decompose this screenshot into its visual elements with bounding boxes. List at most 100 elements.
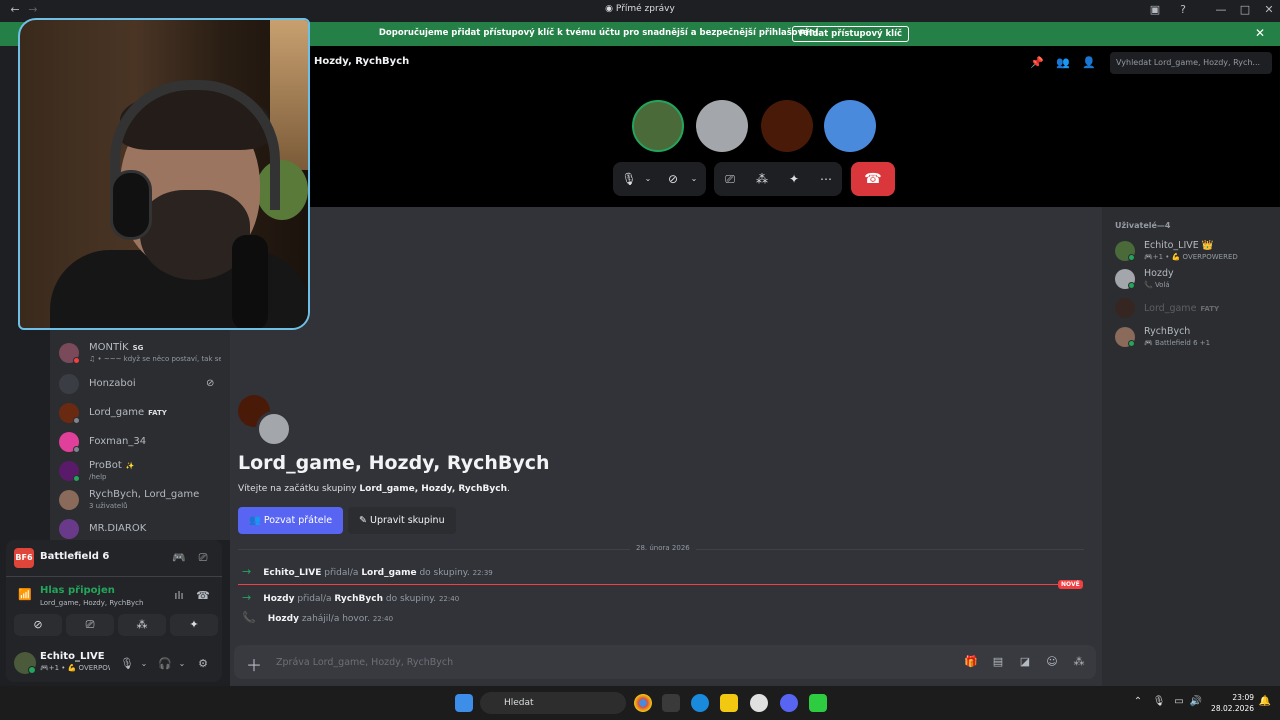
dm-name: ProBot ✨: [89, 460, 134, 471]
noise-suppression-icon[interactable]: ılı: [172, 589, 186, 603]
minimize-icon[interactable]: —: [1214, 3, 1228, 17]
search-input[interactable]: Vyhledat Lord_game, Hozdy, Rych...: [1110, 52, 1272, 74]
disconnect-icon[interactable]: ☎: [196, 589, 210, 603]
call-participant-avatar[interactable]: [824, 100, 876, 152]
avatar: [59, 374, 79, 394]
avatar: [1115, 298, 1135, 318]
dm-list-item[interactable]: RychBych, Lord_game 3 uživatelů: [56, 487, 224, 513]
message-target[interactable]: RychBych: [334, 594, 383, 604]
screen-share-button[interactable]: ⎚: [66, 614, 114, 636]
member-list-icon[interactable]: 👤: [1082, 56, 1096, 70]
discord-taskbar-icon[interactable]: [780, 694, 798, 712]
camera-toggle-button[interactable]: ⊘: [14, 614, 62, 636]
store-icon[interactable]: [662, 694, 680, 712]
close-window-icon[interactable]: ✕: [1262, 3, 1276, 17]
user-status: 🎮+1 • 💪 OVERPOWERED: [40, 664, 110, 672]
pin-icon[interactable]: 📌: [1030, 56, 1044, 70]
taskbar-search[interactable]: Hledat: [480, 692, 626, 714]
voice-state[interactable]: Hlas připojen: [40, 585, 115, 596]
gift-icon[interactable]: 🎁: [964, 655, 978, 669]
chrome-icon[interactable]: [634, 694, 652, 712]
member-list-item[interactable]: RychBych 🎮 Battlefield 6 +1: [1110, 323, 1274, 353]
member-name-text: Echito_LIVE 👑: [1144, 240, 1214, 251]
apps-icon[interactable]: ⁂: [1072, 655, 1086, 669]
edge-icon[interactable]: [691, 694, 709, 712]
windows-start-icon[interactable]: [455, 694, 473, 712]
message-actor[interactable]: Echito_LIVE: [263, 568, 321, 578]
member-subtitle: 🎮+1 • 💪 OVERPOWERED: [1144, 253, 1238, 261]
help-icon[interactable]: ?: [1176, 3, 1190, 17]
game-icon: BF6: [14, 548, 34, 568]
message-actor[interactable]: Hozdy: [263, 594, 294, 604]
member-list-item[interactable]: Hozdy 📞 Volá: [1110, 265, 1274, 295]
dm-badge: FATY: [148, 409, 167, 417]
tray-volume-icon[interactable]: 🔊: [1189, 696, 1203, 710]
dm-list-item[interactable]: ProBot ✨ /help: [56, 458, 224, 484]
more-options-icon[interactable]: ⋯: [818, 171, 834, 187]
obs-icon[interactable]: [750, 694, 768, 712]
member-subtitle: 📞 Volá: [1144, 281, 1170, 289]
microphone-icon[interactable]: 🎙: [621, 171, 637, 187]
file-explorer-icon[interactable]: [720, 694, 738, 712]
dm-list-item[interactable]: Lord_game FATY: [56, 400, 224, 426]
message-time: 22:40: [372, 615, 394, 623]
call-participant-avatar[interactable]: [632, 100, 684, 152]
dm-badge: ✨: [125, 462, 135, 470]
headphones-icon[interactable]: 🎧: [158, 657, 172, 671]
camera-off-icon: ⊘: [33, 618, 43, 631]
emoji-icon[interactable]: ☺: [1045, 655, 1059, 669]
add-friends-icon[interactable]: 👥: [1056, 56, 1070, 70]
call-participant-avatar[interactable]: [761, 100, 813, 152]
date-label: 28. února 2026: [630, 544, 696, 552]
mic-chevron-down-icon[interactable]: ⌄: [137, 657, 151, 671]
tray-mic-icon[interactable]: 🎙: [1152, 696, 1166, 710]
tray-network-icon[interactable]: ▭: [1172, 696, 1186, 710]
composer-placeholder[interactable]: Zpráva Lord_game, Hozdy, RychBych: [276, 657, 453, 668]
dm-list-item[interactable]: MR.DIAROK: [56, 516, 224, 542]
stream-icon[interactable]: ⎚: [196, 551, 210, 565]
tray-chevron-icon[interactable]: ⌃: [1131, 696, 1145, 710]
maximize-icon[interactable]: □: [1238, 3, 1252, 17]
gear-icon[interactable]: ⚙: [196, 657, 210, 671]
screen-share-icon[interactable]: ⎚: [722, 171, 738, 187]
attach-plus-icon[interactable]: ＋: [246, 652, 262, 676]
dm-subtitle: /help: [89, 473, 107, 481]
edit-label: Upravit skupinu: [369, 515, 445, 526]
notifications-icon[interactable]: 🔔: [1258, 696, 1272, 710]
message-composer[interactable]: ＋ Zpráva Lord_game, Hozdy, RychBych 🎁 ▤ …: [234, 645, 1096, 679]
member-list-item[interactable]: Echito_LIVE 👑 🎮+1 • 💪 OVERPOWERED: [1110, 237, 1274, 267]
sticker-icon[interactable]: ◪: [1018, 655, 1032, 669]
headphones-chevron-down-icon[interactable]: ⌄: [175, 657, 189, 671]
taskbar-clock[interactable]: 23:09 28.02.2026: [1208, 692, 1254, 714]
battlefield-taskbar-icon[interactable]: [809, 694, 827, 712]
soundboard-icon[interactable]: ✦: [786, 171, 802, 187]
dm-list-item[interactable]: MONTÍK SG ♫ • ~~~ když se něco postaví, ta…: [56, 340, 224, 366]
mic-chevron-down-icon[interactable]: ⌄: [640, 171, 656, 187]
activities-icon[interactable]: ⁂: [754, 171, 770, 187]
camera-off-icon[interactable]: ⊘: [665, 171, 681, 187]
join-arrow-icon: →: [242, 565, 252, 578]
voice-channel[interactable]: Lord_game, Hozdy, RychBych: [40, 599, 143, 607]
add-passkey-button[interactable]: Přidat přístupový klíč: [792, 26, 910, 42]
microphone-icon[interactable]: 🎙: [120, 657, 134, 671]
camera-chevron-down-icon[interactable]: ⌄: [686, 171, 702, 187]
dm-list-item[interactable]: Foxman_34: [56, 429, 224, 455]
activities-button[interactable]: ⁂: [118, 614, 166, 636]
message-actor[interactable]: Hozdy: [268, 614, 299, 624]
hang-up-button[interactable]: ☎: [851, 162, 895, 196]
call-participant-avatar[interactable]: [696, 100, 748, 152]
inbox-icon[interactable]: ▣: [1148, 3, 1162, 17]
member-list-item[interactable]: Lord_game FATY: [1110, 294, 1274, 324]
dm-list-item[interactable]: Honzaboi ⊘: [56, 371, 224, 397]
controller-icon[interactable]: 🎮: [172, 551, 186, 565]
member-name: Hozdy: [1144, 268, 1174, 279]
message-target[interactable]: Lord_game: [361, 568, 416, 578]
edit-group-button[interactable]: ✎ Upravit skupinu: [348, 507, 456, 534]
banner-close-icon[interactable]: ✕: [1255, 26, 1265, 40]
message-verb: přidal/a: [294, 594, 335, 604]
dm-name: Foxman_34: [89, 436, 146, 447]
soundboard-button[interactable]: ✦: [170, 614, 218, 636]
invite-friends-button[interactable]: 👥 Pozvat přátele: [238, 507, 344, 534]
gif-icon[interactable]: ▤: [991, 655, 1005, 669]
user-name[interactable]: Echito_LIVE: [40, 651, 105, 662]
